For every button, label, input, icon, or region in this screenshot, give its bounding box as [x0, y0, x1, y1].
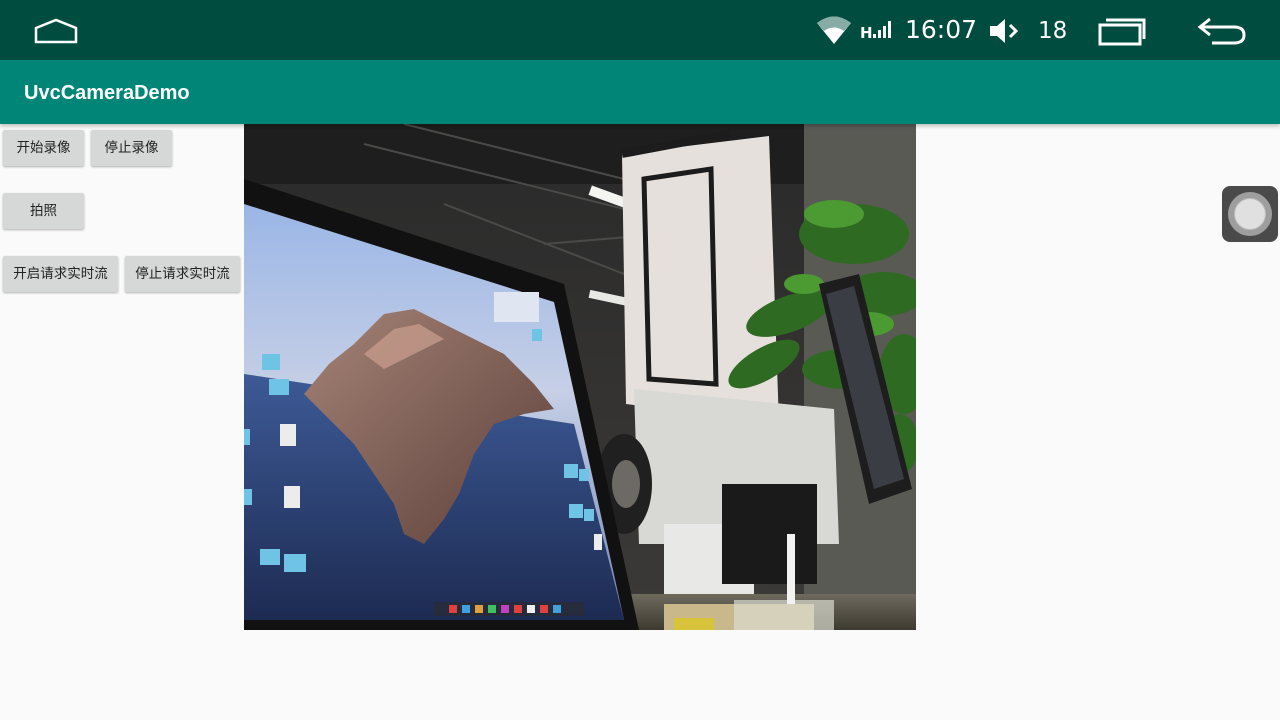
take-photo-button[interactable]: 拍照 — [3, 193, 84, 229]
app-bar: UvcCameraDemo — [0, 60, 1280, 124]
volume-level: 18 — [1038, 18, 1068, 44]
clock: 16:07 — [905, 15, 978, 44]
volume-icon — [990, 19, 1019, 43]
stop-record-button[interactable]: 停止录像 — [91, 130, 172, 166]
floating-assistive-button[interactable] — [1222, 186, 1278, 242]
camera-preview[interactable] — [244, 124, 916, 630]
network-type-label: H — [860, 24, 873, 42]
app-title: UvcCameraDemo — [24, 82, 190, 104]
home-icon[interactable] — [34, 16, 78, 46]
start-stream-button[interactable]: 开启请求实时流 — [3, 256, 118, 292]
back-icon[interactable] — [1196, 14, 1248, 46]
camera-frame-image — [244, 124, 916, 630]
signal-icon: H — [860, 21, 891, 42]
wifi-icon — [817, 16, 851, 44]
start-record-button[interactable]: 开始录像 — [3, 130, 84, 166]
assistive-touch-dot — [1234, 198, 1266, 230]
stop-stream-button[interactable]: 停止请求实时流 — [125, 256, 240, 292]
recent-apps-icon[interactable] — [1097, 15, 1147, 47]
status-bar: H 16:07 18 — [0, 0, 1280, 60]
